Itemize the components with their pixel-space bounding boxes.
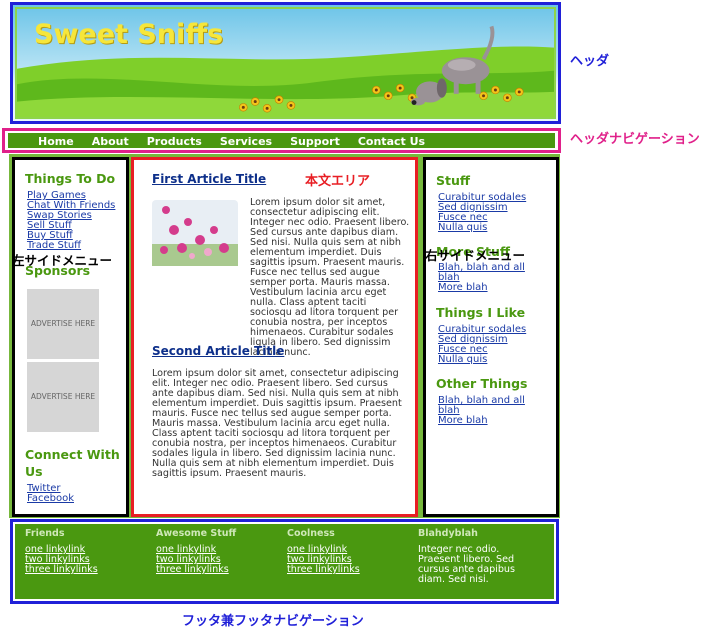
article-1-image xyxy=(152,200,238,266)
header-annotation: ヘッダ xyxy=(570,54,610,69)
advertise-box-2[interactable]: ADVERTISE HERE xyxy=(27,362,99,432)
link-other-more-blah[interactable]: More blah xyxy=(438,416,534,426)
link-blah-blah[interactable]: Blah, blah and all blah xyxy=(438,263,534,283)
site-header: Sweet Sniffs xyxy=(10,2,561,124)
more-stuff-links: Blah, blah and all blah More blah xyxy=(438,263,534,293)
footer-coolness-link-3[interactable]: three linkylinks xyxy=(287,565,360,575)
right-sidebar: Stuff Curabitur sodales Sed dignissim Fu… xyxy=(423,157,559,517)
main-content: First Article Title Lorem ipsum dolor si… xyxy=(131,157,418,517)
left-sidebar: Things To Do Play Games Chat With Friend… xyxy=(12,157,129,517)
connect-heading: Connect With Us xyxy=(25,447,120,479)
link-facebook[interactable]: Facebook xyxy=(27,494,74,504)
footer-awesome: Awesome Stuff one linkylink two linkylin… xyxy=(156,528,236,575)
footer-annotation: フッタ兼フッタナビゲーション xyxy=(182,614,364,629)
other-things-heading: Other Things xyxy=(436,376,528,391)
right-sidebar-annotation: 右サイドメニュー xyxy=(425,248,526,263)
nav-annotation: ヘッダナビゲーション xyxy=(570,132,700,147)
main-annotation: 本文エリア xyxy=(305,174,371,189)
link-more-blah[interactable]: More blah xyxy=(438,283,534,293)
article-2-title[interactable]: Second Article Title xyxy=(152,344,284,358)
connect-links: Twitter Facebook xyxy=(27,484,74,504)
nav-bar: Home About Products Services Support Con… xyxy=(8,133,555,148)
nav-item-services[interactable]: Services xyxy=(220,135,272,148)
footer-coolness: Coolness one linkylink two linkylinks th… xyxy=(287,528,360,575)
things-i-like-links: Curabitur sodales Sed dignissim Fusce ne… xyxy=(438,325,526,365)
things-to-do-links: Play Games Chat With Friends Swap Storie… xyxy=(27,191,115,251)
other-things-links: Blah, blah and all blah More blah xyxy=(438,396,534,426)
footer-awesome-link-3[interactable]: three linkylinks xyxy=(156,565,236,575)
site-footer: Friends one linkylink two linkylinks thr… xyxy=(10,519,559,604)
link-other-blah[interactable]: Blah, blah and all blah xyxy=(438,396,534,416)
footer-coolness-heading: Coolness xyxy=(287,528,335,539)
things-i-like-heading: Things I Like xyxy=(436,305,526,320)
header-navigation: Home About Products Services Support Con… xyxy=(2,128,561,153)
things-to-do-heading: Things To Do xyxy=(25,171,116,186)
footer-bar: Friends one linkylink two linkylinks thr… xyxy=(15,524,554,599)
nav-item-contact[interactable]: Contact Us xyxy=(358,135,425,148)
link-like-nulla-quis[interactable]: Nulla quis xyxy=(438,355,526,365)
article-1-text: Lorem ipsum dolor sit amet, consectetur … xyxy=(250,197,410,358)
article-1-text-wrap: Lorem ipsum dolor sit amet, consectetur … xyxy=(250,198,410,358)
nav-item-about[interactable]: About xyxy=(92,135,129,148)
footer-blahdyblah: Blahdyblah Integer nec odio. Praesent li… xyxy=(418,528,528,585)
nav-item-support[interactable]: Support xyxy=(290,135,340,148)
footer-blahdyblah-heading: Blahdyblah xyxy=(418,528,478,539)
left-sidebar-annotation: 左サイドメニュー xyxy=(12,253,113,268)
nav-item-products[interactable]: Products xyxy=(147,135,202,148)
header-banner: Sweet Sniffs xyxy=(15,7,556,119)
article-2-text: Lorem ipsum dolor sit amet, consectetur … xyxy=(152,368,402,479)
advertise-box-1[interactable]: ADVERTISE HERE xyxy=(27,289,99,359)
footer-blahdyblah-text: Integer nec odio. Praesent libero. Sed c… xyxy=(418,544,515,585)
link-nulla-quis[interactable]: Nulla quis xyxy=(438,223,526,233)
footer-friends-heading: Friends xyxy=(25,528,65,539)
site-title[interactable]: Sweet Sniffs xyxy=(34,19,223,50)
nav-menu: Home About Products Services Support Con… xyxy=(38,135,443,148)
stuff-heading: Stuff xyxy=(436,173,471,188)
nav-item-home[interactable]: Home xyxy=(38,135,74,148)
article-1-title[interactable]: First Article Title xyxy=(152,172,266,186)
footer-awesome-heading: Awesome Stuff xyxy=(156,528,237,539)
stuff-links: Curabitur sodales Sed dignissim Fusce ne… xyxy=(438,193,526,233)
footer-friends: Friends one linkylink two linkylinks thr… xyxy=(25,528,98,575)
footer-friends-link-3[interactable]: three linkylinks xyxy=(25,565,98,575)
